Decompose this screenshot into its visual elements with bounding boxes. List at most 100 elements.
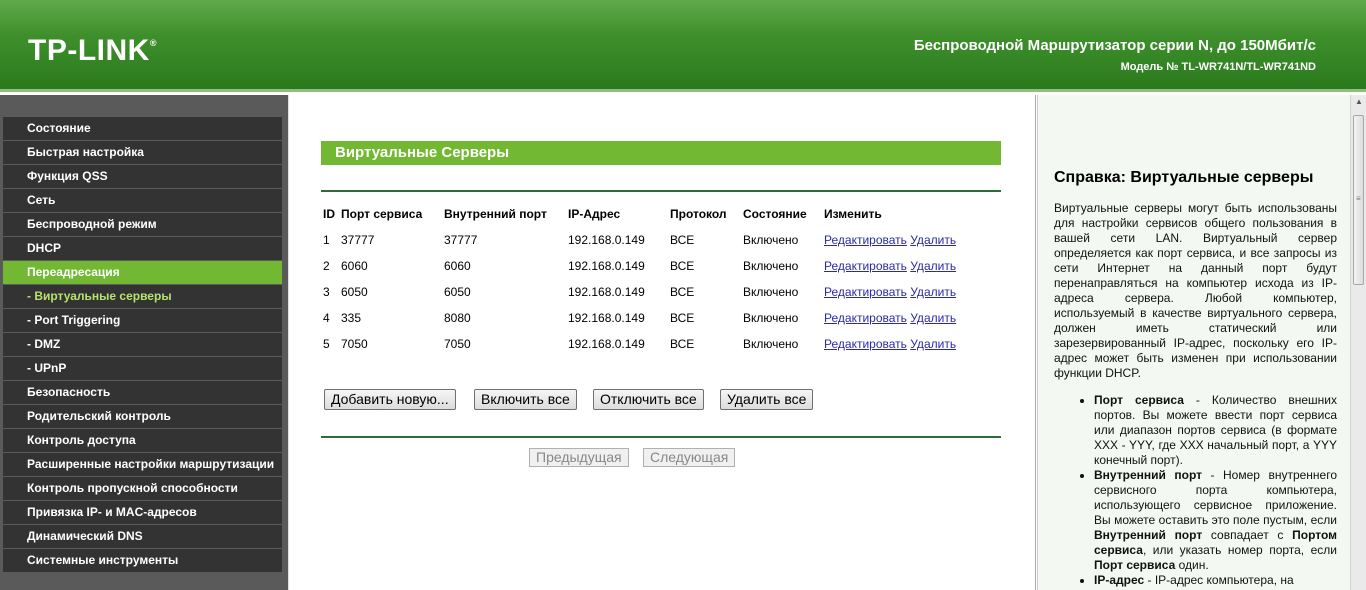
sidebar-menu: Состояние Быстрая настройка Функция QSS … <box>3 117 282 573</box>
sidebar-item-advanced-routing[interactable]: Расширенные настройки маршрутизации <box>3 453 282 477</box>
column-header-protocol: Протокол <box>670 207 727 221</box>
table-row: 2 6060 6060 192.168.0.149 ВСЕ Включено Р… <box>323 253 984 279</box>
cell-id: 5 <box>323 337 330 351</box>
help-text: один. <box>1175 558 1209 572</box>
sidebar-item-dhcp[interactable]: DHCP <box>3 237 282 261</box>
sidebar-item-wireless[interactable]: Беспроводной режим <box>3 213 282 237</box>
cell-service-port: 7050 <box>341 337 368 351</box>
sidebar-item-port-triggering[interactable]: - Port Triggering <box>3 309 282 333</box>
help-term: Внутренний порт <box>1094 528 1203 542</box>
sidebar-item-virtual-servers[interactable]: - Виртуальные серверы <box>3 285 282 309</box>
delete-all-button[interactable]: Удалить все <box>720 389 814 410</box>
help-term: Порт сервиса <box>1094 558 1176 572</box>
header-title: Беспроводной Маршрутизатор серии N, до 1… <box>913 37 1316 54</box>
disable-all-button[interactable]: Отключить все <box>593 389 704 410</box>
bottom-divider <box>321 436 1001 438</box>
sidebar-item-dmz[interactable]: - DMZ <box>3 333 282 357</box>
previous-page-button[interactable]: Предыдущая <box>529 448 629 467</box>
sidebar-item-ddns[interactable]: Динамический DNS <box>3 525 282 549</box>
header-banner: TP-LINK® Беспроводной Маршрутизатор сери… <box>0 0 1366 92</box>
help-text: , или указать номер порта, если <box>1142 543 1337 557</box>
help-term: Порт сервиса <box>1094 393 1184 407</box>
delete-link[interactable]: Удалить <box>910 259 956 273</box>
delete-link[interactable]: Удалить <box>910 285 956 299</box>
cell-status: Включено <box>743 337 799 351</box>
add-new-button[interactable]: Добавить новую... <box>324 389 456 410</box>
help-intro: Виртуальные серверы могут быть использов… <box>1054 201 1337 380</box>
column-header-status: Состояние <box>743 207 807 221</box>
table-row: 3 6050 6050 192.168.0.149 ВСЕ Включено Р… <box>323 279 984 305</box>
table-row: 1 37777 37777 192.168.0.149 ВСЕ Включено… <box>323 227 984 253</box>
column-header-internal-port: Внутренний порт <box>444 207 547 221</box>
cell-actions: Редактировать Удалить <box>824 279 984 305</box>
column-header-service-port: Порт сервиса <box>341 207 423 221</box>
sidebar-item-forwarding[interactable]: Переадресация <box>3 261 282 285</box>
cell-status: Включено <box>743 311 799 325</box>
virtual-servers-table: ID Порт сервиса Внутренний порт IP-Адрес… <box>323 201 984 357</box>
sidebar-item-bandwidth-control[interactable]: Контроль пропускной способности <box>3 477 282 501</box>
cell-id: 3 <box>323 285 330 299</box>
cell-ip: 192.168.0.149 <box>568 233 645 247</box>
top-divider <box>321 190 1001 192</box>
cell-id: 4 <box>323 311 330 325</box>
cell-internal-port: 6050 <box>444 285 471 299</box>
delete-link[interactable]: Удалить <box>910 337 956 351</box>
help-text: совпадает с <box>1202 528 1293 542</box>
cell-service-port: 6060 <box>341 259 368 273</box>
cell-service-port: 335 <box>341 311 362 325</box>
cell-ip: 192.168.0.149 <box>568 337 645 351</box>
table-row: 5 7050 7050 192.168.0.149 ВСЕ Включено Р… <box>323 331 984 357</box>
cell-actions: Редактировать Удалить <box>824 331 984 357</box>
cell-protocol: ВСЕ <box>670 311 695 325</box>
cell-protocol: ВСЕ <box>670 285 695 299</box>
scroll-up-arrow-icon[interactable]: ▲ <box>1354 97 1364 109</box>
cell-id: 2 <box>323 259 330 273</box>
sidebar-item-system-tools[interactable]: Системные инструменты <box>3 549 282 573</box>
cell-protocol: ВСЕ <box>670 259 695 273</box>
help-term: Внутренний порт <box>1094 468 1202 482</box>
edit-link[interactable]: Редактировать <box>824 233 907 247</box>
cell-service-port: 37777 <box>341 233 375 247</box>
sidebar-item-quick-setup[interactable]: Быстрая настройка <box>3 141 282 165</box>
enable-all-button[interactable]: Включить все <box>474 389 577 410</box>
main-content: Виртуальные Серверы ID Порт сервиса Внут… <box>288 95 1036 590</box>
sidebar-item-qss[interactable]: Функция QSS <box>3 165 282 189</box>
sidebar-item-access-control[interactable]: Контроль доступа <box>3 429 282 453</box>
table-header-row: ID Порт сервиса Внутренний порт IP-Адрес… <box>323 201 984 227</box>
sidebar-item-status[interactable]: Состояние <box>3 117 282 141</box>
delete-link[interactable]: Удалить <box>910 311 956 325</box>
header-model: Модель № TL-WR741N/TL-WR741ND <box>1120 61 1316 73</box>
cell-internal-port: 6060 <box>444 259 471 273</box>
edit-link[interactable]: Редактировать <box>824 337 907 351</box>
cell-status: Включено <box>743 285 799 299</box>
column-header-id: ID <box>323 207 335 221</box>
next-page-button[interactable]: Следующая <box>643 448 736 467</box>
cell-actions: Редактировать Удалить <box>824 253 984 279</box>
help-term: IP-адрес <box>1094 573 1145 587</box>
cell-protocol: ВСЕ <box>670 337 695 351</box>
cell-internal-port: 8080 <box>444 311 471 325</box>
edit-link[interactable]: Редактировать <box>824 285 907 299</box>
cell-actions: Редактировать Удалить <box>824 227 984 253</box>
edit-link[interactable]: Редактировать <box>824 311 907 325</box>
cell-id: 1 <box>323 233 330 247</box>
sidebar-item-ip-mac-binding[interactable]: Привязка IP- и MAC-адресов <box>3 501 282 525</box>
cell-status: Включено <box>743 233 799 247</box>
table-row: 4 335 8080 192.168.0.149 ВСЕ Включено Ре… <box>323 305 984 331</box>
sidebar-item-upnp[interactable]: - UPnP <box>3 357 282 381</box>
cell-ip: 192.168.0.149 <box>568 259 645 273</box>
scroll-thumb[interactable]: ≡ <box>1353 115 1364 285</box>
sidebar-item-parental-control[interactable]: Родительский контроль <box>3 405 282 429</box>
delete-link[interactable]: Удалить <box>910 233 956 247</box>
column-header-ip-address: IP-Адрес <box>568 207 621 221</box>
cell-status: Включено <box>743 259 799 273</box>
cell-protocol: ВСЕ <box>670 233 695 247</box>
sidebar-item-security[interactable]: Безопасность <box>3 381 282 405</box>
sidebar-item-network[interactable]: Сеть <box>3 189 282 213</box>
column-header-modify: Изменить <box>824 207 882 221</box>
tp-link-logo: TP-LINK® <box>28 34 157 68</box>
help-scrollbar[interactable]: ▲ ≡ <box>1350 95 1366 590</box>
help-body: Виртуальные серверы могут быть использов… <box>1054 201 1337 588</box>
cell-internal-port: 7050 <box>444 337 471 351</box>
edit-link[interactable]: Редактировать <box>824 259 907 273</box>
